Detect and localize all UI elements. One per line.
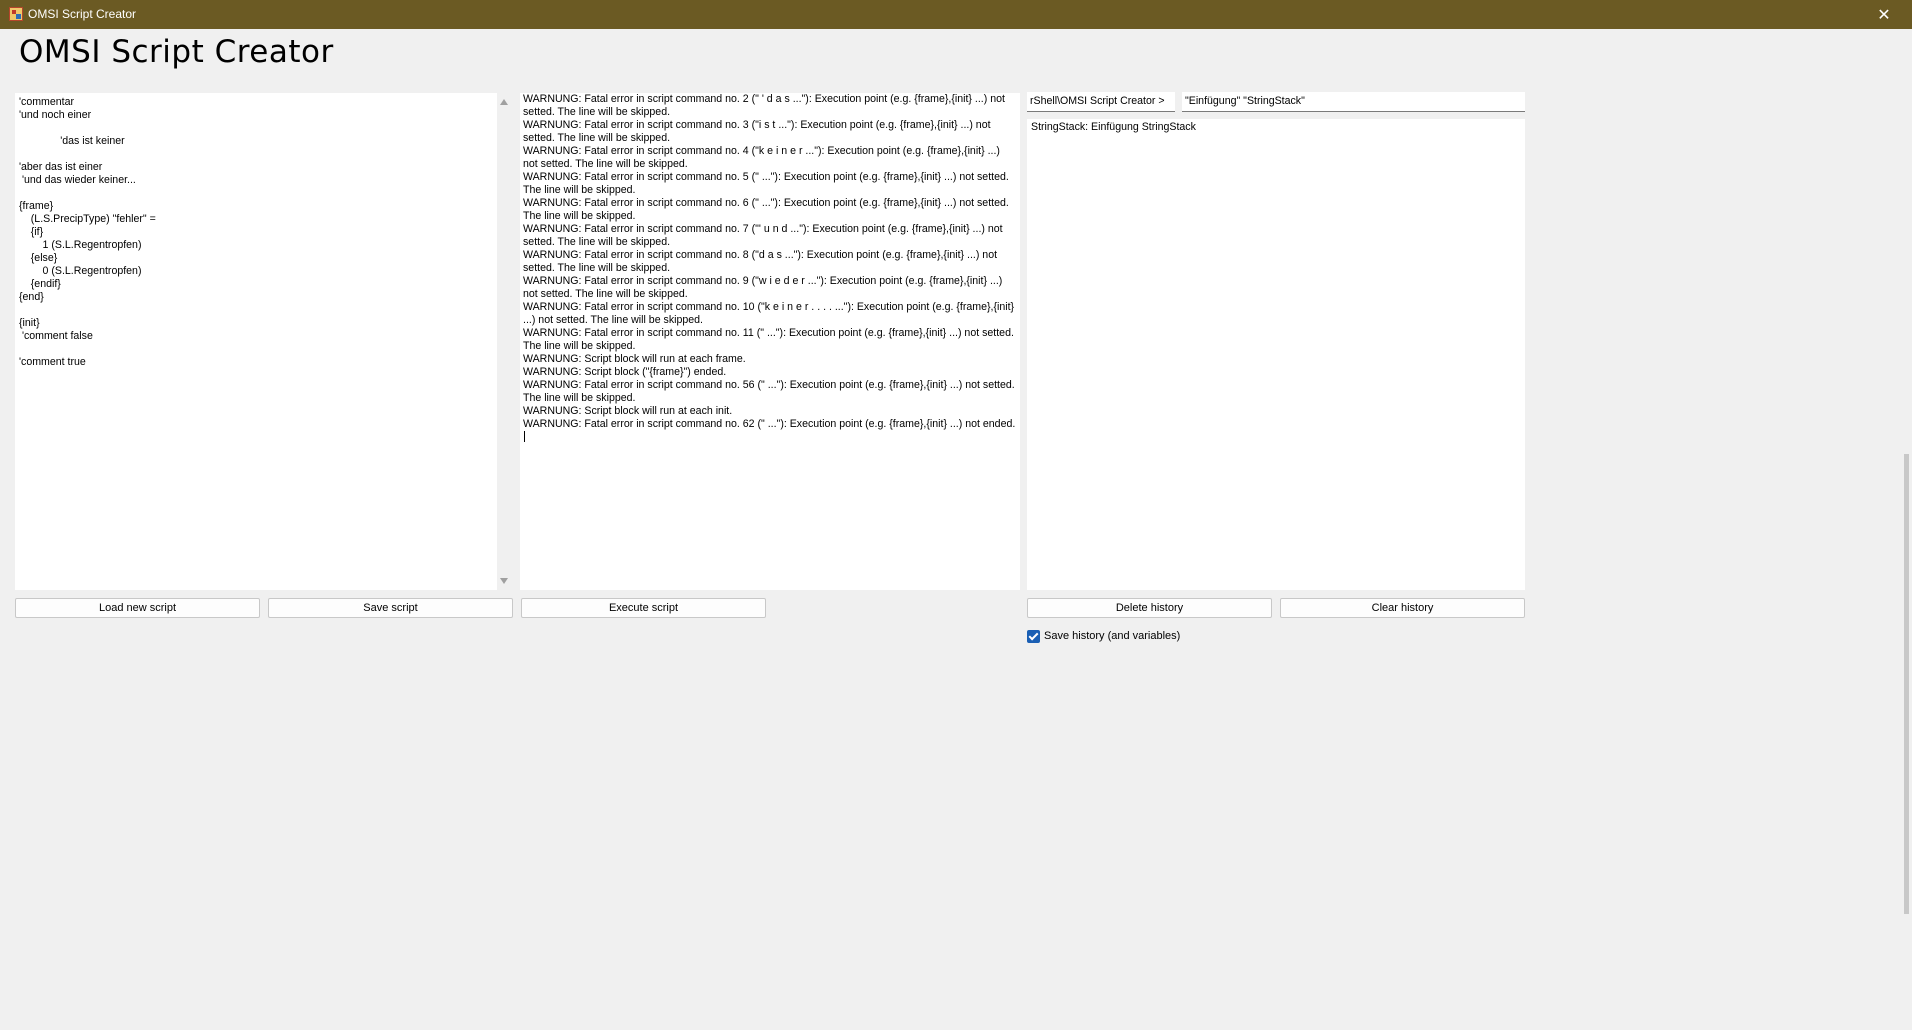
log-line: WARNUNG: Fatal error in script command n… — [523, 418, 1016, 445]
script-line — [19, 304, 493, 317]
log-line: WARNUNG: Fatal error in script command n… — [523, 249, 998, 274]
script-line: 'das ist keiner — [19, 135, 125, 147]
script-line: {else} — [19, 252, 58, 264]
log-line: WARNUNG: Fatal error in script command n… — [523, 223, 1003, 248]
script-line: {endif} — [19, 278, 61, 290]
page-title: OMSI Script Creator — [19, 34, 334, 70]
load-script-button[interactable]: Load new script — [15, 598, 260, 618]
log-line: WARNUNG: Script block ("{frame}") ended. — [523, 366, 727, 378]
log-line: WARNUNG: Fatal error in script command n… — [523, 145, 1000, 170]
console-path-label: rShell\OMSI Script Creator > — [1027, 92, 1175, 112]
log-line: WARNUNG: Fatal error in script command n… — [523, 379, 1015, 404]
save-history-checkbox[interactable] — [1027, 630, 1040, 643]
close-icon[interactable]: ✕ — [1864, 0, 1904, 29]
script-line: (L.S.PrecipType) "fehler" = — [19, 213, 156, 225]
log-line: WARNUNG: Fatal error in script command n… — [523, 301, 1015, 326]
script-line: 'comment false — [19, 330, 93, 342]
log-line: WARNUNG: Fatal error in script command n… — [523, 119, 991, 144]
script-line: 'und noch einer — [19, 109, 92, 121]
script-editor-scrollbar[interactable] — [497, 93, 512, 590]
script-line: 'commentar — [19, 96, 75, 108]
script-line — [19, 343, 493, 356]
window-title: OMSI Script Creator — [28, 7, 137, 21]
log-line: WARNUNG: Fatal error in script command n… — [523, 93, 1005, 118]
text-caret — [524, 431, 525, 442]
log-line: WARNUNG: Fatal error in script command n… — [523, 327, 1014, 352]
script-line: {if} — [19, 226, 44, 238]
window-scrollbar[interactable] — [1901, 29, 1912, 1030]
log-line: WARNUNG: Script block will run at each f… — [523, 353, 746, 365]
script-line: 0 (S.L.Regentropfen) — [19, 265, 142, 277]
scroll-down-arrow-icon[interactable] — [500, 578, 508, 584]
window-scrollbar-thumb[interactable] — [1904, 454, 1909, 914]
script-line: 'aber das ist einer — [19, 161, 103, 173]
script-line — [19, 122, 493, 135]
app-icon — [9, 7, 23, 21]
script-line: {frame} — [19, 200, 54, 212]
script-line — [19, 148, 493, 161]
scroll-up-arrow-icon[interactable] — [500, 99, 508, 105]
execute-script-button[interactable]: Execute script — [521, 598, 766, 618]
title-bar: OMSI Script Creator ✕ — [0, 0, 1912, 29]
script-line — [19, 187, 493, 200]
command-input[interactable]: "Einfügung" "StringStack" — [1182, 92, 1525, 112]
script-editor[interactable]: 'commentar'und noch einer 'das ist keine… — [15, 93, 497, 590]
script-line: 'comment true — [19, 356, 86, 368]
delete-history-button[interactable]: Delete history — [1027, 598, 1272, 618]
script-line: 1 (S.L.Regentropfen) — [19, 239, 142, 251]
history-output[interactable]: StringStack: Einfügung StringStack — [1027, 119, 1525, 590]
log-line: WARNUNG: Fatal error in script command n… — [523, 171, 1009, 196]
script-line: {init} — [19, 317, 40, 329]
clear-history-button[interactable]: Clear history — [1280, 598, 1525, 618]
log-line: WARNUNG: Fatal error in script command n… — [523, 197, 1009, 222]
log-line: WARNUNG: Script block will run at each i… — [523, 405, 733, 417]
save-history-label: Save history (and variables) — [1044, 630, 1181, 642]
save-script-button[interactable]: Save script — [268, 598, 513, 618]
log-line: WARNUNG: Fatal error in script command n… — [523, 275, 1003, 300]
script-line: 'und das wieder keiner... — [19, 174, 136, 186]
script-line: {end} — [19, 291, 44, 303]
output-log[interactable]: WARNUNG: Fatal error in script command n… — [520, 93, 1020, 590]
